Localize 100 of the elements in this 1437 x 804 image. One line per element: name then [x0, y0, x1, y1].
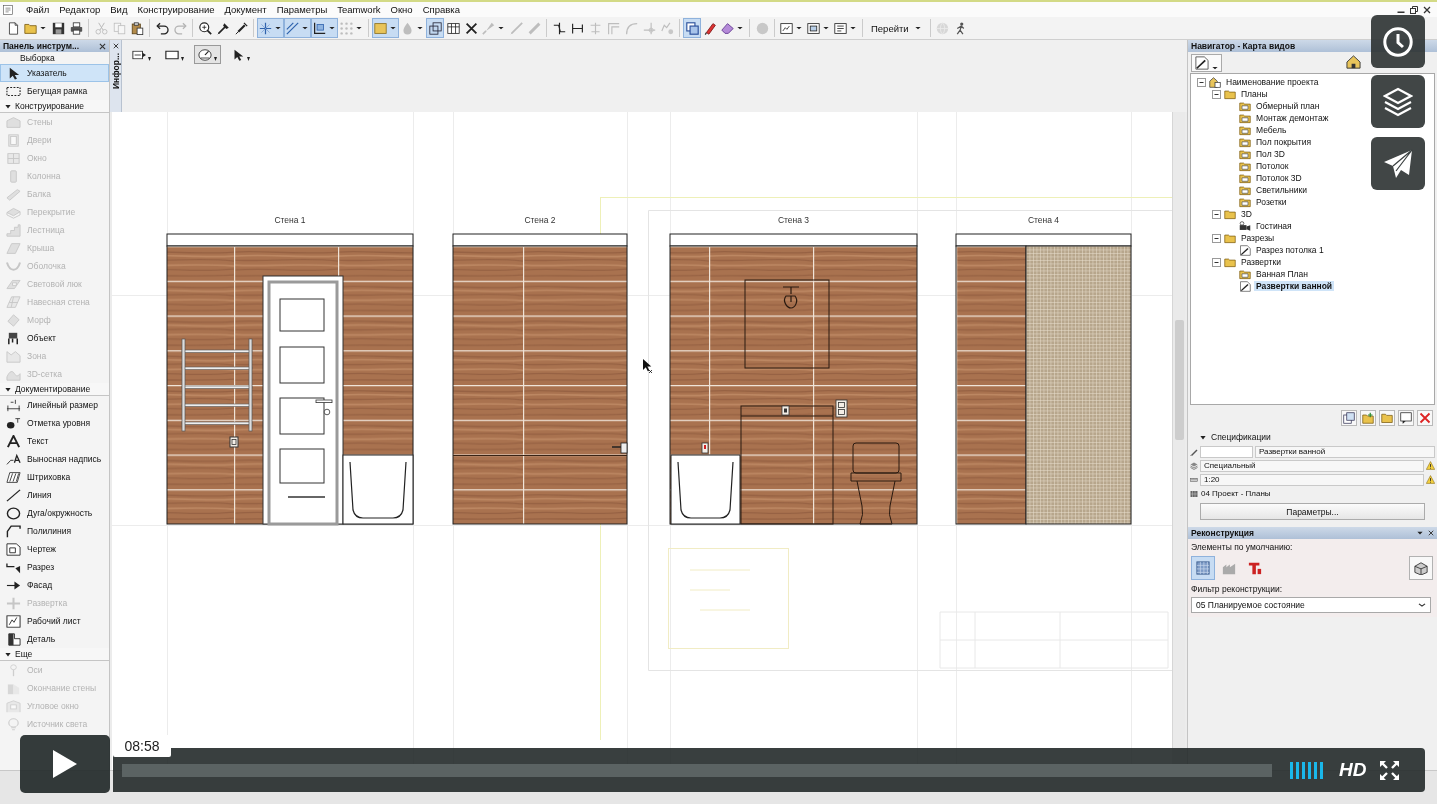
tool-item[interactable]: Деталь	[0, 630, 109, 648]
dropdown-marker-icon	[247, 57, 250, 61]
status-button[interactable]	[1191, 555, 1215, 580]
tool-item[interactable]: Рабочий лист	[0, 612, 109, 630]
name-field[interactable]: Развертки ванной	[1255, 445, 1435, 458]
tool-item[interactable]: Чертеж	[0, 540, 109, 558]
menu-item[interactable]: Окно	[385, 4, 418, 15]
play-button[interactable]	[20, 735, 110, 793]
tree-item[interactable]: Обмерный план	[1254, 101, 1322, 111]
scrollbar-thumb[interactable]	[1174, 320, 1184, 440]
scale-field[interactable]: 1:20	[1200, 473, 1424, 486]
menu-item[interactable]: Конструирование	[132, 4, 220, 15]
tool-item[interactable]: Отметка уровня	[0, 414, 109, 432]
tree-item[interactable]: Разрезы	[1239, 233, 1277, 243]
chair-icon	[6, 331, 21, 345]
collapse-toggle-icon[interactable]	[1212, 209, 1221, 219]
section-header[interactable]: Документирование	[0, 383, 109, 396]
collections-button[interactable]	[1371, 75, 1425, 128]
goto-dropdown[interactable]: Перейти	[866, 18, 927, 38]
new-view-button[interactable]	[1341, 409, 1357, 426]
collapse-toggle-icon[interactable]	[1212, 257, 1221, 267]
new-folder-button[interactable]	[1360, 409, 1376, 426]
tool-item[interactable]: Фасад	[0, 576, 109, 594]
renovation-palette-button[interactable]	[1409, 555, 1433, 580]
menu-item[interactable]: Teamwork	[332, 4, 386, 15]
collapse-toggle-icon[interactable]	[1197, 77, 1206, 87]
section-header[interactable]: Спецификации	[1188, 430, 1437, 444]
tool-item[interactable]: Выносная надпись	[0, 450, 109, 468]
tool-item[interactable]: Дуга/окружность	[0, 504, 109, 522]
tree-item[interactable]: Пол покрытия	[1254, 137, 1314, 147]
gravity-button[interactable]	[257, 18, 284, 38]
volume-bars-icon[interactable]	[1290, 761, 1323, 779]
menu-item[interactable]: Параметры	[271, 4, 333, 15]
tree-item[interactable]: Пол 3D	[1254, 149, 1287, 159]
tool-item[interactable]: Бегущая рамка	[0, 82, 109, 100]
mouse-cursor-icon	[643, 359, 653, 374]
tool-item[interactable]: Линейный размер	[0, 396, 109, 414]
view-map-dropdown[interactable]	[1191, 53, 1222, 72]
menu-item[interactable]: Вид	[105, 4, 133, 15]
tool-item[interactable]: Линия	[0, 486, 109, 504]
progress-track[interactable]	[122, 763, 1272, 777]
info-box-tab[interactable]: Инфор...	[110, 40, 122, 112]
collapse-toggle-icon[interactable]	[1212, 89, 1221, 99]
tree-item[interactable]: Потолок	[1254, 161, 1291, 171]
guide-button[interactable]	[284, 18, 311, 38]
folder-button[interactable]	[1379, 409, 1395, 426]
comment-button[interactable]	[1398, 409, 1414, 426]
caret-icon	[356, 26, 362, 30]
close-icon[interactable]	[1423, 5, 1431, 14]
tree-item[interactable]: 3D	[1239, 209, 1254, 219]
layer-field[interactable]: Специальный	[1200, 459, 1424, 472]
snap-button[interactable]	[311, 18, 338, 38]
tree-item[interactable]: Розетки	[1254, 197, 1289, 207]
tree-item[interactable]: Наименование проекта	[1224, 77, 1321, 87]
triangle-down-icon[interactable]	[1417, 531, 1423, 535]
tree-item[interactable]: Развертки ванной	[1254, 281, 1335, 291]
settings-button[interactable]: Параметры...	[1200, 503, 1425, 520]
quality-button[interactable]: HD	[1339, 759, 1367, 781]
geometry-option[interactable]	[194, 45, 221, 64]
caret-icon	[850, 26, 856, 30]
delete-button[interactable]	[1417, 409, 1433, 426]
brush-icon	[482, 21, 495, 35]
project-map-button[interactable]	[1345, 53, 1362, 72]
tree-item[interactable]: Потолок 3D	[1254, 173, 1304, 183]
floor-plan-icon	[1239, 172, 1251, 184]
close-icon[interactable]	[99, 42, 106, 50]
tree-item[interactable]: Планы	[1239, 89, 1270, 99]
tree-item[interactable]: Гостиная	[1254, 221, 1294, 231]
watch-later-button[interactable]	[1371, 15, 1425, 68]
section-header[interactable]: Еще	[0, 648, 109, 661]
close-icon[interactable]	[112, 43, 119, 49]
collapse-toggle-icon[interactable]	[1212, 233, 1221, 243]
filter-dropdown[interactable]: 05 Планируемое состояние	[1191, 597, 1431, 613]
fullscreen-icon[interactable]	[1380, 760, 1400, 780]
id-field[interactable]	[1200, 445, 1253, 458]
menu-item[interactable]: Редактор	[54, 4, 106, 15]
tool-item[interactable]: Полилиния	[0, 522, 109, 540]
share-button[interactable]	[1371, 137, 1425, 190]
restore-icon[interactable]	[1410, 5, 1418, 14]
tree-item[interactable]: Мебель	[1254, 125, 1289, 135]
tool-item[interactable]: Указатель	[0, 64, 109, 82]
menu-item[interactable]: Справка	[417, 4, 465, 15]
vertical-scrollbar[interactable]	[1172, 112, 1185, 748]
section-header[interactable]: Конструирование	[0, 100, 109, 113]
tool-item[interactable]: Разрез	[0, 558, 109, 576]
tree-item[interactable]: Светильники	[1254, 185, 1309, 195]
tree-item[interactable]: Разрез потолка 1	[1254, 245, 1326, 255]
tool-item[interactable]: Объект	[0, 329, 109, 347]
tool-item[interactable]: Текст	[0, 432, 109, 450]
frame-button[interactable]	[683, 18, 701, 38]
tree-item[interactable]: Ванная План	[1254, 269, 1310, 279]
tree-item[interactable]: Развертки	[1239, 257, 1283, 267]
trace-button[interactable]	[426, 18, 444, 38]
menu-item[interactable]: Документ	[219, 4, 272, 15]
tree-item[interactable]: Монтаж демонтаж	[1254, 113, 1331, 123]
fill-button[interactable]	[372, 18, 399, 38]
menu-item[interactable]: Файл	[21, 4, 55, 15]
dot-grid-icon	[340, 21, 353, 35]
tool-item[interactable]: Штриховка	[0, 468, 109, 486]
close-icon[interactable]	[1428, 530, 1434, 536]
